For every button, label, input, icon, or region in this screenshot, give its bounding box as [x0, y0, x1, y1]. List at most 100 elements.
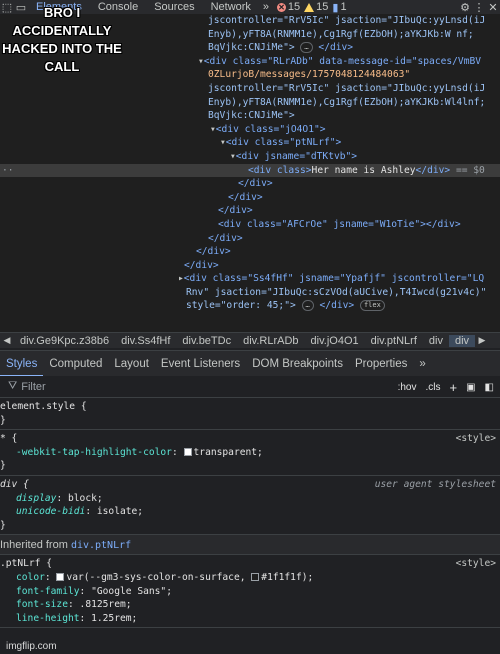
dom-line[interactable]: ▸<div class="Ss4fHf" jsname="Ypafjf" jsc…	[0, 272, 500, 286]
dom-line[interactable]: Rnv" jsaction="JIbuQc:sCzVOd(aUCive),T4I…	[0, 286, 500, 300]
dom-line[interactable]: </div>	[0, 177, 500, 191]
breadcrumb-item[interactable]: div.beTDc	[176, 335, 237, 347]
dom-line[interactable]: ▾<div class="ptNLrf">	[0, 136, 500, 150]
rule-close: }	[0, 460, 6, 472]
dom-line-text: <div class="jO4O1">	[215, 123, 326, 135]
style-property[interactable]: display: block;	[0, 492, 500, 506]
hov-toggle[interactable]: :hov	[398, 382, 417, 393]
property-value: #1f1f1f);	[261, 571, 314, 583]
dom-line[interactable]: </div>	[0, 259, 500, 273]
style-property[interactable]: unicode-bidi: isolate;	[0, 505, 500, 519]
dom-line-text: </div>	[318, 42, 354, 54]
style-rule-div[interactable]: div { user agent stylesheet display: blo…	[0, 476, 500, 536]
style-property[interactable]: font-size: .8125rem;	[0, 598, 500, 612]
breadcrumb-item-active[interactable]: div	[448, 334, 476, 347]
dom-line-text: <div class="Ss4fHf" jsname="Ypafjf" jsco…	[183, 273, 485, 285]
close-icon[interactable]: ✕	[486, 1, 500, 14]
scroll-left-icon[interactable]: ◀	[0, 335, 14, 346]
dom-line[interactable]: style="order: 45;"> … </div> flex	[0, 299, 500, 313]
scroll-right-icon[interactable]: ▶	[475, 335, 489, 346]
flex-badge[interactable]: flex	[359, 299, 385, 311]
rule-source-link[interactable]: <style>	[456, 432, 496, 446]
color-swatch-icon[interactable]	[251, 572, 260, 581]
tab-styles[interactable]: Styles	[0, 351, 44, 377]
info-icon: ▮	[332, 1, 339, 14]
selected-node-text: Her name is Ashley	[311, 164, 416, 176]
breadcrumb-item[interactable]: div.Ge9Kpc.z38b6	[14, 335, 115, 347]
tab-computed[interactable]: Computed	[43, 351, 108, 377]
dom-line-text: </div>	[208, 232, 243, 244]
dom-line[interactable]: ▾<div class="jO4O1">	[0, 123, 500, 137]
rule-close: }	[0, 414, 6, 426]
rule-selector: .ptNLrf {	[0, 558, 52, 570]
gear-icon[interactable]: ⚙	[458, 1, 472, 14]
dom-line[interactable]: <div class="AFCrOe" jsname="W1oTie"></di…	[0, 218, 500, 232]
more-tabs-icon[interactable]: »	[259, 1, 273, 13]
dom-line[interactable]: jscontroller="RrV5Ic" jsaction="JIbuQc:y…	[0, 82, 500, 96]
dom-selected-marker: == $0	[455, 164, 485, 176]
breadcrumb: ◀ div.Ge9Kpc.z38b6 div.Ss4fHf div.beTDc …	[0, 332, 500, 348]
ellipsis-badge[interactable]: …	[301, 299, 314, 311]
dom-line-selected[interactable]: ·· <div class>Her name is Ashley</div> =…	[0, 163, 500, 178]
add-rule-icon[interactable]: +	[450, 380, 458, 395]
tab-layout[interactable]: Layout	[108, 351, 155, 377]
style-property[interactable]: -webkit-tap-highlight-color: transparent…	[0, 446, 500, 460]
more-options-icon[interactable]: ⋮	[472, 1, 486, 14]
dom-line[interactable]: ▾<div jsname="dTKtvb">	[0, 150, 500, 164]
breadcrumb-item[interactable]: div.jO4O1	[305, 335, 365, 347]
dom-line[interactable]: </div>	[0, 191, 500, 205]
filter-icon: ⛛	[8, 380, 18, 392]
dom-line[interactable]: </div>	[0, 204, 500, 218]
dom-line-text: </div>	[319, 300, 355, 312]
property-value: block;	[68, 492, 103, 504]
dom-line-text: Enyb),yFT8A(RNMM1e),Cg1Rgf(EZbOH);aYKJKb…	[208, 28, 451, 40]
color-swatch-icon[interactable]	[56, 572, 65, 581]
inherited-class-link[interactable]: div.ptNLrf	[71, 540, 131, 551]
property-value: var(--gm3-sys-color-on-surface,	[66, 571, 246, 583]
breadcrumb-item[interactable]: div	[423, 335, 449, 347]
tab-properties[interactable]: Properties	[349, 351, 413, 377]
filter-input[interactable]: Filter	[21, 381, 45, 393]
rule-close: }	[0, 519, 6, 531]
property-value: transparent;	[193, 446, 263, 458]
dom-line[interactable]: Enyb),yFT8A(RNMM1e),Cg1Rgf(EZbOH);aYKJKb…	[0, 96, 500, 110]
tab-sources[interactable]: Sources	[146, 1, 202, 13]
paint-icon[interactable]: ▣	[466, 382, 475, 393]
sidebar-toggle-icon[interactable]: ◧	[485, 382, 494, 393]
property-name: color	[16, 571, 45, 583]
info-badge[interactable]: ▮ 1	[332, 1, 346, 14]
tab-dom-breakpoints[interactable]: DOM Breakpoints	[246, 351, 349, 377]
more-tabs-icon[interactable]: »	[413, 351, 431, 377]
style-rule-ptnlrf[interactable]: .ptNLrf { <style> color: var(--gm3-sys-c…	[0, 555, 500, 629]
breadcrumb-item[interactable]: div.RLrADb	[237, 335, 304, 347]
style-property[interactable]: line-height: 1.25rem;	[0, 612, 500, 626]
breadcrumb-item[interactable]: div.ptNLrf	[365, 335, 423, 347]
property-name: line-height	[16, 612, 80, 624]
error-badge[interactable]: ✕ 15	[276, 1, 300, 13]
tab-network[interactable]: Network	[203, 1, 259, 13]
ellipsis-badge[interactable]: …	[300, 41, 313, 53]
tab-event-listeners[interactable]: Event Listeners	[155, 351, 246, 377]
dom-line-text: nf;	[456, 28, 474, 40]
styles-pane[interactable]: element.style { } * { <style> -webkit-ta…	[0, 398, 500, 654]
cls-toggle[interactable]: .cls	[426, 382, 441, 393]
style-rule-universal[interactable]: * { <style> -webkit-tap-highlight-color:…	[0, 430, 500, 476]
dom-line[interactable]: BqVjkc:CNJiMe">	[0, 109, 500, 123]
style-rule-element[interactable]: element.style { }	[0, 398, 500, 431]
inherited-label: Inherited from	[0, 539, 68, 552]
dom-line-text: <div jsname="dTKtvb">	[235, 150, 358, 162]
dom-line[interactable]: </div>	[0, 232, 500, 246]
style-property[interactable]: font-family: "Google Sans";	[0, 585, 500, 599]
rule-source-link[interactable]: <style>	[456, 557, 496, 571]
dom-line-text: <div class="RLrADb" data-message-id="spa…	[203, 55, 482, 67]
style-property[interactable]: color: var(--gm3-sys-color-on-surface, #…	[0, 571, 500, 585]
dom-line-text: style="order: 45;">	[186, 300, 296, 312]
dom-line-text: BqVjkc:CNJiMe">	[208, 110, 295, 122]
dom-line-text: BqVjkc:CNJiMe">	[208, 42, 295, 54]
dom-line-text: <div class="AFCrOe" jsname="W1oTie"></di…	[218, 218, 461, 230]
warning-badge[interactable]: 15	[304, 1, 328, 13]
color-swatch-icon[interactable]	[183, 447, 192, 456]
dom-line[interactable]: </div>	[0, 245, 500, 259]
property-name: display	[16, 492, 57, 504]
breadcrumb-item[interactable]: div.Ss4fHf	[115, 335, 176, 347]
